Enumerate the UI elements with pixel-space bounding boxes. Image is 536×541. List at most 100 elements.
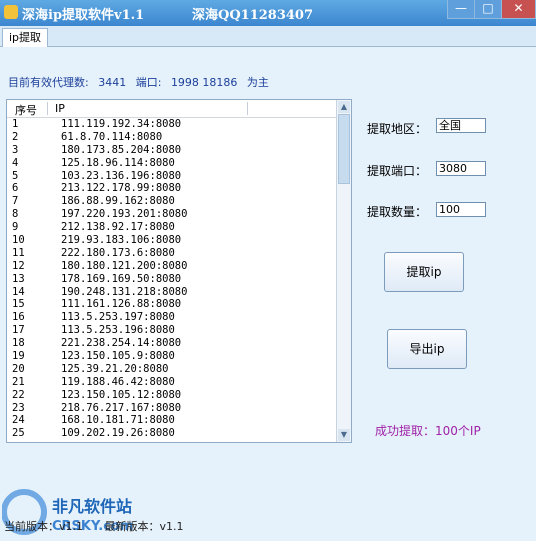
maximize-button[interactable]: □ [474, 0, 502, 19]
table-row[interactable]: 3 180.173.85.204:8080 [7, 144, 339, 157]
row-index: 22 [12, 388, 25, 401]
table-row[interactable]: 14 190.248.131.218:8080 [7, 286, 339, 299]
table-row[interactable]: 1 111.119.192.34:8080 [7, 118, 339, 131]
current-version: 当前版本：v1.1 [4, 520, 84, 533]
quantity-label: 提取数量： [367, 205, 428, 219]
row-ip: 180.173.85.204:8080 [61, 143, 182, 156]
proxy-count-value: 3441 [98, 76, 127, 89]
row-ip: 103.23.136.196:8080 [61, 169, 182, 182]
table-row[interactable]: 10 219.93.183.106:8080 [7, 234, 339, 247]
ip-list[interactable]: 序号 IP 1 111.119.192.34:8080 2 61.8.70.114:8… [6, 99, 352, 443]
row-index: 4 [12, 156, 19, 169]
table-row[interactable]: 12 180.180.121.200:8080 [7, 260, 339, 273]
row-ip: 125.18.96.114:8080 [61, 156, 175, 169]
row-index: 24 [12, 414, 25, 427]
port-input[interactable]: 3080 [436, 161, 486, 176]
table-row[interactable]: 17 113.5.253.196:8080 [7, 324, 339, 337]
status-bar: 当前版本：v1.1 最新版本：v1.1 [4, 518, 202, 534]
row-ip: 111.161.126.88:8080 [61, 298, 182, 311]
quantity-input[interactable]: 100 [436, 202, 486, 217]
column-separator [47, 102, 48, 115]
table-row[interactable]: 6 213.122.178.99:8080 [7, 182, 339, 195]
table-row[interactable]: 5 103.23.136.196:8080 [7, 170, 339, 183]
table-row[interactable]: 22 123.150.105.12:8080 [7, 389, 339, 402]
row-ip: 113.5.253.196:8080 [61, 324, 175, 337]
list-rows: 1 111.119.192.34:8080 2 61.8.70.114:8080 3 18… [7, 118, 339, 440]
row-index: 2 [12, 130, 19, 143]
row-index: 25 [12, 427, 25, 440]
table-row[interactable]: 25 109.202.19.26:8080 [7, 427, 339, 440]
row-ip: 213.122.178.99:8080 [61, 182, 182, 195]
port-values: 1998 18186 [170, 76, 238, 89]
table-row[interactable]: 24 168.10.181.71:8080 [7, 414, 339, 427]
scroll-down-icon[interactable]: ▼ [338, 429, 350, 441]
row-index: 19 [12, 350, 25, 363]
table-row[interactable]: 9 212.138.92.17:8080 [7, 221, 339, 234]
row-ip: 186.88.99.162:8080 [61, 195, 175, 208]
row-index: 23 [12, 401, 25, 414]
row-index: 13 [12, 272, 25, 285]
row-ip: 123.150.105.9:8080 [61, 350, 175, 363]
table-row[interactable]: 2 61.8.70.114:8080 [7, 131, 339, 144]
row-ip: 221.238.254.14:8080 [61, 337, 182, 350]
scroll-thumb[interactable] [338, 114, 350, 184]
row-index: 17 [12, 324, 25, 337]
table-row[interactable]: 19 123.150.105.9:8080 [7, 350, 339, 363]
table-row[interactable]: 20 125.39.21.20:8080 [7, 363, 339, 376]
row-ip: 222.180.173.6:8080 [61, 246, 175, 259]
row-index: 11 [12, 246, 25, 259]
export-button[interactable]: 导出ip [387, 329, 467, 369]
proxy-info: 目前有效代理数: 3441 端口: 1998 18186 为主 [8, 74, 275, 90]
column-header-ip[interactable]: IP [55, 102, 65, 115]
row-index: 5 [12, 169, 19, 182]
row-index: 1 [12, 118, 19, 130]
row-index: 14 [12, 285, 25, 298]
column-separator [247, 102, 248, 115]
row-ip: 61.8.70.114:8080 [61, 130, 163, 143]
proxy-count-label: 目前有效代理数: [8, 76, 89, 89]
scroll-up-icon[interactable]: ▲ [338, 101, 350, 113]
row-ip: 178.169.169.50:8080 [61, 272, 182, 285]
minimize-button[interactable]: — [447, 0, 475, 19]
table-row[interactable]: 11 222.180.173.6:8080 [7, 247, 339, 260]
watermark-text: 非凡软件站 [52, 497, 132, 516]
row-ip: 123.150.105.12:8080 [61, 388, 182, 401]
row-index: 12 [12, 259, 25, 272]
row-ip: 119.188.46.42:8080 [61, 375, 175, 388]
row-index: 6 [12, 182, 19, 195]
table-row[interactable]: 23 218.76.217.167:8080 [7, 402, 339, 415]
region-input[interactable]: 全国 [436, 118, 486, 133]
table-row[interactable]: 18 221.238.254.14:8080 [7, 337, 339, 350]
row-ip: 197.220.193.201:8080 [61, 208, 188, 221]
app-icon [4, 5, 18, 19]
row-ip: 218.76.217.167:8080 [61, 401, 182, 414]
table-row[interactable]: 15 111.161.126.88:8080 [7, 298, 339, 311]
row-index: 8 [12, 208, 19, 221]
column-header-index[interactable]: 序号 [15, 102, 37, 118]
window-title-qq: 深海QQ11283407 [192, 8, 314, 23]
row-index: 9 [12, 221, 19, 234]
row-ip: 212.138.92.17:8080 [61, 221, 175, 234]
row-index: 15 [12, 298, 25, 311]
row-index: 3 [12, 143, 19, 156]
vertical-scrollbar[interactable]: ▲ ▼ [336, 100, 351, 442]
title-bar: 深海ip提取软件v1.1 深海QQ11283407 — □ ✕ [0, 0, 536, 26]
table-row[interactable]: 16 113.5.253.197:8080 [7, 311, 339, 324]
window-title: 深海ip提取软件v1.1 [22, 8, 145, 23]
row-ip: 111.119.192.34:8080 [61, 118, 182, 130]
tab-ip-extract[interactable]: ip提取 [2, 28, 49, 47]
row-ip: 109.202.19.26:8080 [61, 427, 175, 440]
close-button[interactable]: ✕ [501, 0, 536, 19]
region-label: 提取地区： [367, 122, 428, 136]
row-index: 7 [12, 195, 19, 208]
table-row[interactable]: 4 125.18.96.114:8080 [7, 157, 339, 170]
table-row[interactable]: 21 119.188.46.42:8080 [7, 376, 339, 389]
table-row[interactable]: 7 186.88.99.162:8080 [7, 195, 339, 208]
extract-button[interactable]: 提取ip [384, 252, 464, 292]
table-row[interactable]: 13 178.169.169.50:8080 [7, 273, 339, 286]
row-index: 10 [12, 234, 25, 247]
latest-version: 最新版本：v1.1 [104, 520, 184, 533]
row-ip: 219.93.183.106:8080 [61, 234, 182, 247]
table-row[interactable]: 8 197.220.193.201:8080 [7, 208, 339, 221]
row-index: 16 [12, 311, 25, 324]
